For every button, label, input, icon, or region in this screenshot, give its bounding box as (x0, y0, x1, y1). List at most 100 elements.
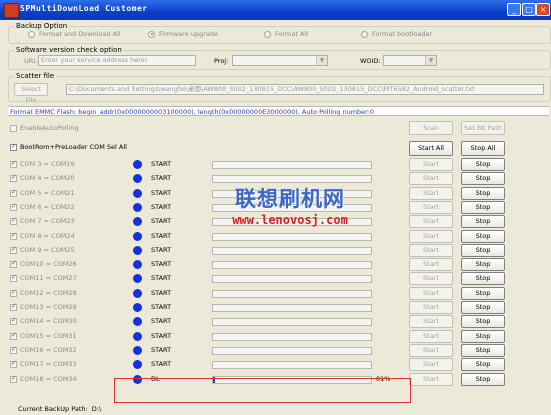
com-row-checkbox[interactable]: COM17 = COM33 (10, 359, 77, 368)
com-row-checkbox[interactable]: COM10 = COM26 (10, 259, 77, 268)
com-row-checkbox[interactable]: COM 5 = COM21 (10, 188, 75, 197)
row-start-button[interactable]: Start (409, 330, 453, 343)
checkbox-box-checked (10, 202, 17, 211)
checkbox-box-checked (10, 359, 17, 368)
row-stop-button[interactable]: Stop (461, 287, 505, 300)
row-progress-bar (212, 361, 372, 369)
set-bk-path-button[interactable]: Set BK Path (461, 121, 505, 135)
row-start-button[interactable]: Start (409, 158, 453, 171)
row-status-text: START (151, 174, 172, 182)
row-start-button[interactable]: Start (409, 358, 453, 371)
start-all-button[interactable]: Start All (409, 141, 453, 156)
row-stop-button[interactable]: Stop (461, 158, 505, 171)
select-file-button[interactable]: Select File (14, 83, 48, 104)
row-stop-button[interactable]: Stop (461, 215, 505, 228)
status-ball-icon (133, 289, 142, 298)
window-title: SPMultiDownLoad Customer (20, 4, 148, 13)
checkbox-box-checked (10, 245, 17, 254)
maximize-button[interactable]: □ (522, 3, 536, 16)
row-start-button[interactable]: Start (409, 230, 453, 243)
row-progress-bar (212, 318, 372, 326)
radio-format-download-all[interactable]: Format and Download All (28, 30, 121, 38)
row-stop-button[interactable]: Stop (461, 344, 505, 357)
com-row-checkbox[interactable]: COM 9 = COM25 (10, 245, 75, 254)
row-status-text: START (151, 317, 172, 325)
enable-auto-polling-checkbox[interactable]: EnableAutoPolling (10, 124, 79, 132)
com-row-checkbox[interactable]: COM15 = COM31 (10, 331, 77, 340)
row-stop-button[interactable]: Stop (461, 358, 505, 371)
com-row-checkbox[interactable]: COM12 = COM28 (10, 288, 77, 297)
row-stop-button[interactable]: Stop (461, 230, 505, 243)
com-row-checkbox[interactable]: COM 4 = COM20 (10, 173, 75, 182)
row-status-text: START (151, 274, 172, 282)
row-start-button[interactable]: Start (409, 201, 453, 214)
row-status-text: START (151, 303, 172, 311)
row-start-button[interactable]: Start (409, 301, 453, 314)
row-status-text: START (151, 260, 172, 268)
com-row-checkbox[interactable]: COM 6 = COM22 (10, 202, 75, 211)
checkbox-box-checked (10, 231, 17, 240)
row-stop-button[interactable]: Stop (461, 258, 505, 271)
row-stop-button[interactable]: Stop (461, 187, 505, 200)
com-port-label: COM 4 = COM20 (20, 174, 75, 182)
com-row-checkbox[interactable]: COM18 = COM34 (10, 374, 77, 383)
row-start-button[interactable]: Start (409, 215, 453, 228)
com-port-label: COM17 = COM33 (20, 360, 77, 368)
minimize-button[interactable]: _ (507, 3, 521, 16)
url-input[interactable]: Enter your service address here! (38, 55, 196, 66)
checkbox-box-checked (10, 159, 17, 168)
scan-button[interactable]: Scan (409, 121, 453, 135)
scatter-file-legend: Scatter file (14, 72, 57, 80)
close-button[interactable]: × (536, 3, 550, 16)
com-row-checkbox[interactable]: COM 8 = COM24 (10, 231, 75, 240)
com-row-checkbox[interactable]: COM11 = COM27 (10, 273, 77, 282)
row-progress-bar (212, 233, 372, 241)
backup-option-legend: Backup Option (14, 22, 70, 30)
row-stop-button[interactable]: Stop (461, 272, 505, 285)
bootrom-sel-all-checkbox[interactable]: BootRom+PreLoader COM Sel All (10, 142, 127, 151)
stop-all-button[interactable]: Stop All (461, 141, 505, 156)
scatter-path-field[interactable]: C:\Documents and Settings\wangfei\桌面\AW8… (66, 84, 544, 95)
checkbox-box (10, 124, 17, 132)
checkbox-box-checked (10, 316, 17, 325)
com-row-checkbox[interactable]: COM14 = COM30 (10, 316, 77, 325)
woid-select[interactable]: ▼ (383, 55, 437, 66)
watermark-cn: 联想刷机网 (235, 187, 345, 211)
row-start-button[interactable]: Start (409, 315, 453, 328)
com-row-checkbox[interactable]: COM13 = COM29 (10, 302, 77, 311)
row-progress-bar (212, 161, 372, 169)
checkbox-box-checked (10, 302, 17, 311)
com-row-checkbox[interactable]: COM16 = COM32 (10, 345, 77, 354)
row-start-button[interactable]: Start (409, 373, 453, 386)
row-start-button[interactable]: Start (409, 287, 453, 300)
com-port-label: COM 6 = COM22 (20, 203, 75, 211)
row-stop-button[interactable]: Stop (461, 201, 505, 214)
radio-format-all[interactable]: Format All (264, 30, 308, 38)
row-stop-button[interactable]: Stop (461, 330, 505, 343)
row-start-button[interactable]: Start (409, 272, 453, 285)
row-status-text: START (151, 203, 172, 211)
row-stop-button[interactable]: Stop (461, 301, 505, 314)
radio-firmware-upgrade[interactable]: Firmware upgrade (148, 30, 218, 38)
row-stop-button[interactable]: Stop (461, 373, 505, 386)
radio-dot (361, 30, 368, 38)
row-start-button[interactable]: Start (409, 244, 453, 257)
com-port-label: COM13 = COM29 (20, 303, 77, 311)
checkbox-box-checked (10, 142, 17, 151)
status-ball-icon (133, 189, 142, 198)
row-start-button[interactable]: Start (409, 258, 453, 271)
com-row-checkbox[interactable]: COM 3 = COM19 (10, 159, 75, 168)
row-stop-button[interactable]: Stop (461, 244, 505, 257)
row-stop-button[interactable]: Stop (461, 172, 505, 185)
row-start-button[interactable]: Start (409, 172, 453, 185)
com-port-label: COM15 = COM31 (20, 332, 77, 340)
com-row-checkbox[interactable]: COM 7 = COM23 (10, 216, 75, 225)
row-status-text: START (151, 332, 172, 340)
row-start-button[interactable]: Start (409, 187, 453, 200)
proj-select[interactable]: ▼ (232, 55, 328, 66)
row-stop-button[interactable]: Stop (461, 315, 505, 328)
row-start-button[interactable]: Start (409, 344, 453, 357)
radio-format-bootloader[interactable]: Format bootloader (361, 30, 432, 38)
checkbox-box-checked (10, 273, 17, 282)
radio-label: Format and Download All (39, 30, 121, 38)
